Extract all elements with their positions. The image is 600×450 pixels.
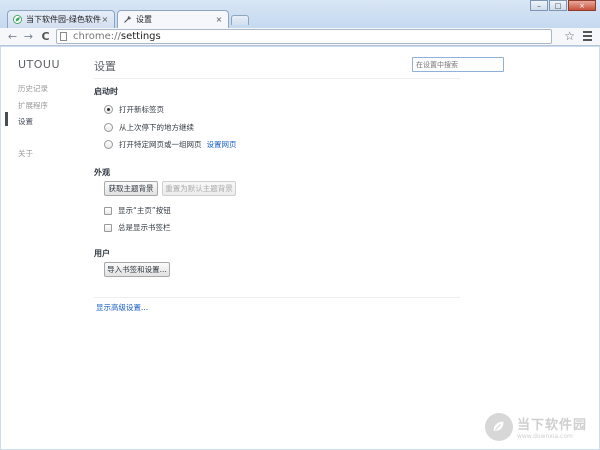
brand-title: UTOUU (18, 58, 61, 71)
bookmark-star-icon[interactable]: ☆ (564, 29, 575, 43)
option-label: 总是显示书签栏 (118, 223, 171, 232)
option-label: 从上次停下的地方继续 (119, 123, 194, 132)
forward-arrow-icon[interactable]: → (22, 30, 35, 43)
new-tab-button[interactable] (231, 15, 249, 25)
startup-option-continue[interactable]: 从上次停下的地方继续 (104, 122, 194, 133)
radio-checked[interactable] (104, 105, 113, 114)
tab-title: 设置 (136, 15, 152, 24)
option-label: 显示“主页”按钮 (118, 206, 171, 215)
radio-unchecked[interactable] (104, 123, 113, 132)
get-themes-button[interactable]: 获取主题背景 (104, 181, 158, 196)
watermark-name: 当下软件园 (516, 418, 587, 433)
tab-close-icon[interactable]: × (215, 15, 223, 24)
section-title-appearance: 外观 (94, 168, 110, 177)
sidebar-selection-marker (5, 112, 8, 126)
reload-icon[interactable]: C (39, 30, 52, 43)
watermark: 当下软件园 www.downxia.com (484, 413, 587, 441)
minimize-button[interactable]: – (530, 0, 548, 11)
sidebar-item-about[interactable]: 关于 (18, 148, 33, 159)
sidebar-item-settings[interactable]: 设置 (18, 116, 33, 127)
divider (94, 297, 460, 298)
divider (94, 78, 460, 79)
page-title: 设置 (94, 60, 116, 73)
leaf-icon (13, 15, 22, 24)
wrench-icon (124, 15, 132, 23)
downxia-logo-icon (484, 413, 513, 441)
section-title-users: 用户 (94, 249, 110, 258)
close-window-button[interactable]: × (568, 0, 596, 11)
menu-icon[interactable] (583, 31, 592, 41)
page-icon (60, 32, 67, 41)
checkbox[interactable] (104, 223, 112, 232)
tab-title: 当下软件园-绿色软件_最新 (26, 15, 101, 24)
startup-option-specific-pages[interactable]: 打开特定网页或一组网页 设置网页 (104, 139, 237, 150)
checkbox[interactable] (104, 206, 112, 215)
page-content: UTOUU 历史记录 扩展程序 设置 关于 设置 启动时 打开新标签页 从上次停… (1, 47, 599, 449)
maximize-button[interactable]: □ (549, 0, 567, 11)
section-title-startup: 启动时 (94, 87, 118, 96)
url-text: chrome://settings (73, 31, 161, 42)
option-label: 打开特定网页或一组网页 (119, 140, 202, 149)
startup-option-new-tab[interactable]: 打开新标签页 (104, 104, 164, 115)
sidebar: UTOUU 历史记录 扩展程序 设置 关于 (1, 47, 79, 449)
settings-search-input[interactable] (412, 57, 504, 72)
back-arrow-icon[interactable]: ← (6, 30, 19, 43)
browser-window: – □ × 当下软件园-绿色软件_最新 × 设置 × ← → C chrome (0, 0, 600, 450)
set-pages-link[interactable]: 设置网页 (207, 139, 237, 150)
show-advanced-settings-link[interactable]: 显示高级设置... (96, 302, 148, 313)
settings-main: 设置 启动时 打开新标签页 从上次停下的地方继续 打开特定网页或一组网页 设置网… (94, 47, 514, 449)
option-label: 打开新标签页 (119, 105, 164, 114)
tab-close-icon[interactable]: × (101, 15, 109, 24)
toolbar: ← → C chrome://settings ☆ (0, 28, 600, 46)
sidebar-item-extensions[interactable]: 扩展程序 (18, 100, 48, 111)
title-bar: – □ × 当下软件园-绿色软件_最新 × 设置 × (0, 0, 600, 28)
window-controls: – □ × (529, 0, 596, 11)
show-bookmarks-bar-option[interactable]: 总是显示书签栏 (104, 222, 171, 233)
show-home-button-option[interactable]: 显示“主页”按钮 (104, 205, 171, 216)
import-bookmarks-button[interactable]: 导入书签和设置... (104, 262, 170, 277)
tab-downxia[interactable]: 当下软件园-绿色软件_最新 × (7, 10, 115, 28)
sidebar-item-history[interactable]: 历史记录 (18, 83, 48, 94)
tab-settings[interactable]: 设置 × (117, 10, 229, 28)
address-bar[interactable]: chrome://settings (56, 29, 552, 44)
radio-unchecked[interactable] (104, 140, 113, 149)
watermark-url: www.downxia.com (516, 433, 573, 440)
reset-theme-button[interactable]: 重置为默认主题背景 (162, 181, 236, 196)
